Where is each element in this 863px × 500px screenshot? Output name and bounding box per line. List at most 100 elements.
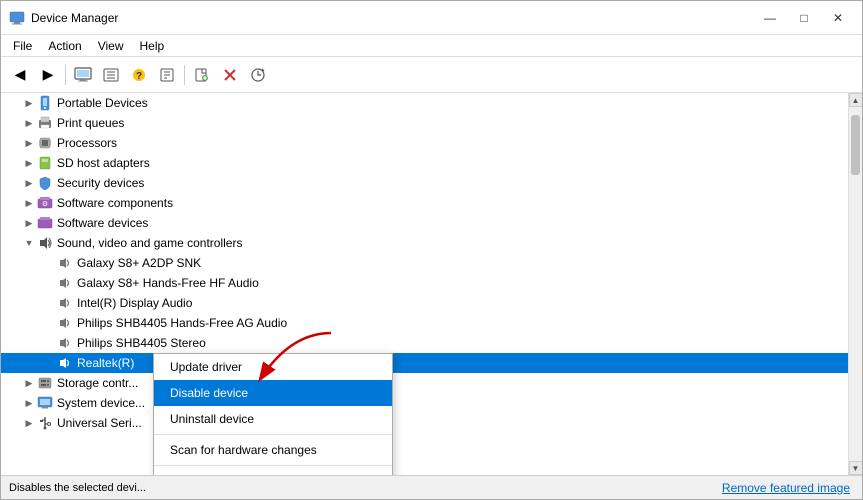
minimize-button[interactable]: — <box>754 5 786 31</box>
philips-stereo-label: Philips SHB4405 Stereo <box>77 336 848 350</box>
toolbar-properties[interactable] <box>154 62 180 88</box>
status-bar: Disables the selected devi... Remove fea… <box>1 475 862 499</box>
tree-item-storage-ctrl[interactable]: ▶ Storage contr... <box>1 373 848 393</box>
device-manager-window: Device Manager — □ ✕ File Action View He… <box>0 0 863 500</box>
toolbar-back[interactable]: ◀ <box>7 62 33 88</box>
expand-arrow: ▶ <box>21 95 37 111</box>
tree-item-galaxy-hf[interactable]: Galaxy S8+ Hands-Free HF Audio <box>1 273 848 293</box>
toolbar-scan[interactable] <box>245 62 271 88</box>
toolbar-help[interactable]: ? <box>126 62 152 88</box>
expand-arrow: ▶ <box>21 415 37 431</box>
tree-item-realtek[interactable]: Realtek(R) <box>1 353 848 373</box>
scroll-thumb-area[interactable] <box>849 107 862 461</box>
svg-text:?: ? <box>136 71 142 82</box>
toolbar: ◀ ▶ ? <box>1 57 862 93</box>
galaxy-a2dp-icon <box>57 255 73 271</box>
menu-action[interactable]: Action <box>40 35 89 56</box>
ctx-properties[interactable]: Properties <box>154 468 392 475</box>
expand-arrow: ▶ <box>21 375 37 391</box>
sd-host-label: SD host adapters <box>57 156 848 170</box>
toolbar-separator-2 <box>184 65 185 85</box>
tree-item-system-device[interactable]: ▶ System device... <box>1 393 848 413</box>
philips-stereo-icon <box>57 335 73 351</box>
philips-hf-icon <box>57 315 73 331</box>
ctx-disable-device[interactable]: Disable device <box>154 380 392 406</box>
ctx-scan-changes[interactable]: Scan for hardware changes <box>154 437 392 463</box>
toolbar-separator-1 <box>65 65 66 85</box>
menu-bar: File Action View Help <box>1 35 862 57</box>
galaxy-a2dp-label: Galaxy S8+ A2DP SNK <box>77 256 848 270</box>
menu-help[interactable]: Help <box>132 35 173 56</box>
scroll-down-arrow[interactable]: ▼ <box>849 461 863 475</box>
ctx-uninstall-device[interactable]: Uninstall device <box>154 406 392 432</box>
toolbar-remove[interactable] <box>217 62 243 88</box>
ctx-separator-1 <box>154 434 392 435</box>
tree-panel[interactable]: ▶ Portable Devices ▶ Print queues ▶ Proc… <box>1 93 848 475</box>
tree-item-galaxy-a2dp[interactable]: Galaxy S8+ A2DP SNK <box>1 253 848 273</box>
tree-item-sd-host[interactable]: ▶ SD host adapters <box>1 153 848 173</box>
tree-item-processors[interactable]: ▶ Processors <box>1 133 848 153</box>
philips-hf-label: Philips SHB4405 Hands-Free AG Audio <box>77 316 848 330</box>
ctx-separator-2 <box>154 465 392 466</box>
ctx-update-driver[interactable]: Update driver <box>154 354 392 380</box>
security-devices-icon <box>37 175 53 191</box>
maximize-button[interactable]: □ <box>788 5 820 31</box>
tree-item-software-devices[interactable]: ▶ Software devices <box>1 213 848 233</box>
galaxy-hf-icon <box>57 275 73 291</box>
portable-devices-label: Portable Devices <box>57 96 848 110</box>
expand-arrow: ▼ <box>21 235 37 251</box>
scroll-up-arrow[interactable]: ▲ <box>849 93 863 107</box>
tree-item-security-devices[interactable]: ▶ Security devices <box>1 173 848 193</box>
software-components-label: Software components <box>57 196 848 210</box>
title-bar: Device Manager — □ ✕ <box>1 1 862 35</box>
software-devices-label: Software devices <box>57 216 848 230</box>
tree-item-software-components[interactable]: ▶ ⚙ Software components <box>1 193 848 213</box>
tree-item-print-queues[interactable]: ▶ Print queues <box>1 113 848 133</box>
portable-devices-icon <box>37 95 53 111</box>
app-icon <box>9 10 25 26</box>
tree-item-philips-stereo[interactable]: Philips SHB4405 Stereo <box>1 333 848 353</box>
status-text: Disables the selected devi... <box>9 482 146 494</box>
expand-arrow: ▶ <box>21 215 37 231</box>
software-devices-icon <box>37 215 53 231</box>
expand-arrow-empty <box>41 275 57 291</box>
window-controls: — □ ✕ <box>754 5 854 31</box>
print-queues-label: Print queues <box>57 116 848 130</box>
remove-featured-image-link[interactable]: Remove featured image <box>722 481 850 495</box>
software-components-icon: ⚙ <box>37 195 53 211</box>
window-title: Device Manager <box>31 11 754 25</box>
intel-display-label: Intel(R) Display Audio <box>77 296 848 310</box>
tree-item-portable-devices[interactable]: ▶ Portable Devices <box>1 93 848 113</box>
toolbar-computer[interactable] <box>70 62 96 88</box>
svg-text:⚙: ⚙ <box>42 200 48 208</box>
expand-arrow-empty <box>41 255 57 271</box>
intel-display-icon <box>57 295 73 311</box>
toolbar-list[interactable] <box>98 62 124 88</box>
context-menu: Update driver Disable device Uninstall d… <box>153 353 393 475</box>
print-queues-icon <box>37 115 53 131</box>
sound-video-label: Sound, video and game controllers <box>57 236 848 250</box>
expand-arrow-empty <box>41 335 57 351</box>
expand-arrow: ▶ <box>21 395 37 411</box>
close-button[interactable]: ✕ <box>822 5 854 31</box>
toolbar-add-driver[interactable] <box>189 62 215 88</box>
expand-arrow: ▶ <box>21 175 37 191</box>
menu-file[interactable]: File <box>5 35 40 56</box>
security-devices-label: Security devices <box>57 176 848 190</box>
scroll-thumb[interactable] <box>851 115 860 175</box>
sound-video-icon <box>37 235 53 251</box>
sd-host-icon <box>37 155 53 171</box>
realtek-icon <box>57 355 73 371</box>
tree-item-sound-video[interactable]: ▼ Sound, video and game controllers <box>1 233 848 253</box>
expand-arrow: ▶ <box>21 195 37 211</box>
toolbar-forward[interactable]: ▶ <box>35 62 61 88</box>
galaxy-hf-label: Galaxy S8+ Hands-Free HF Audio <box>77 276 848 290</box>
expand-arrow: ▶ <box>21 135 37 151</box>
tree-item-intel-display[interactable]: Intel(R) Display Audio <box>1 293 848 313</box>
tree-item-universal-serial[interactable]: ▶ Universal Seri... <box>1 413 848 433</box>
expand-arrow-empty <box>41 315 57 331</box>
processors-icon <box>37 135 53 151</box>
tree-item-philips-hf[interactable]: Philips SHB4405 Hands-Free AG Audio <box>1 313 848 333</box>
menu-view[interactable]: View <box>90 35 132 56</box>
scrollbar[interactable]: ▲ ▼ <box>848 93 862 475</box>
